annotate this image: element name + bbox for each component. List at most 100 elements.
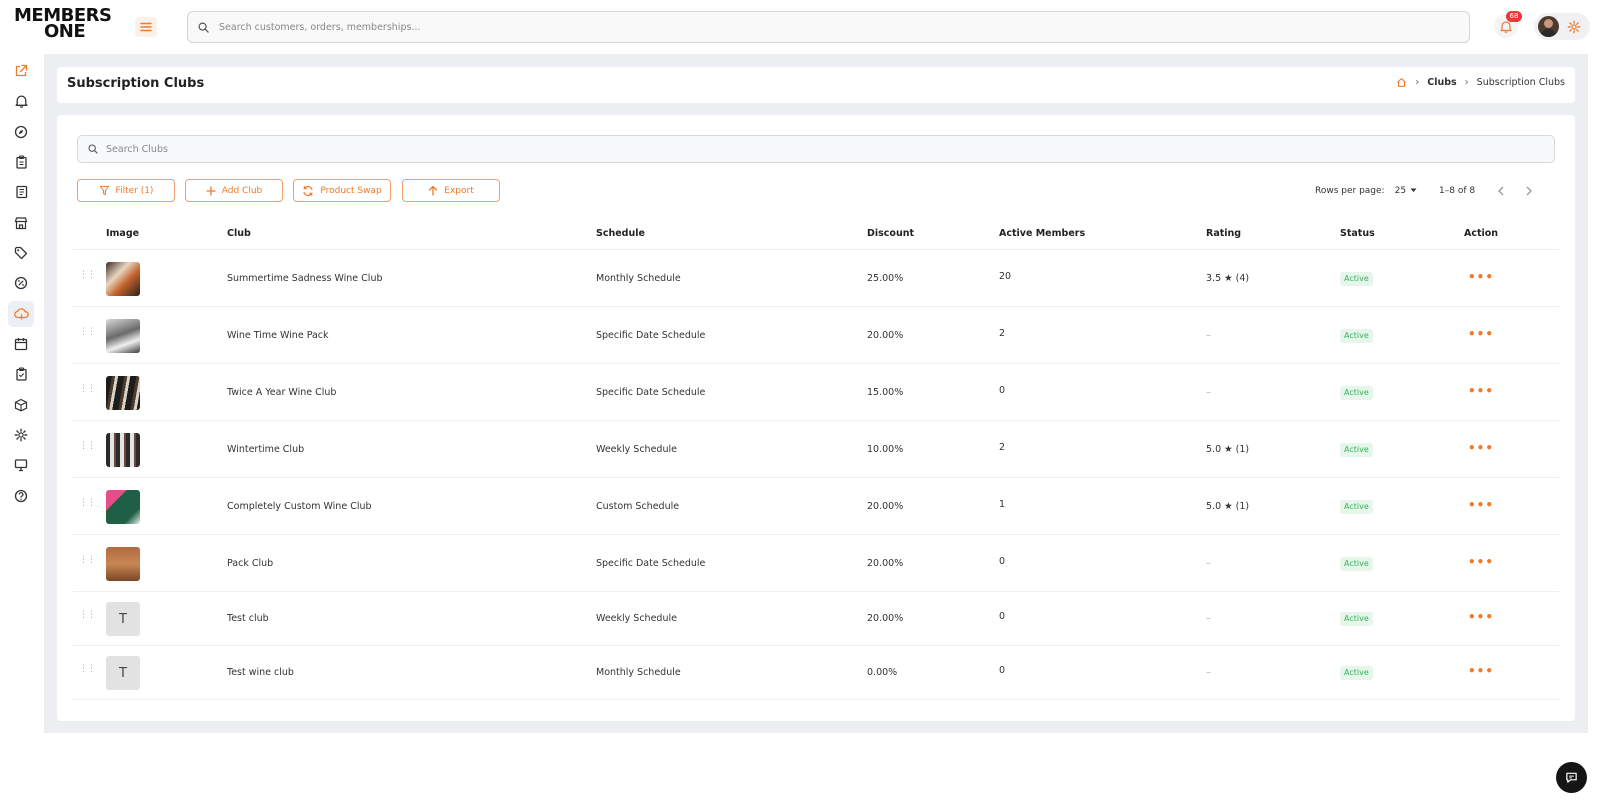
club-name[interactable]: Test club [227, 613, 269, 624]
page-range: 1–8 of 8 [1439, 185, 1476, 196]
more-actions-icon[interactable]: ••• [1468, 384, 1494, 398]
status-badge: Active [1340, 385, 1373, 400]
sidebar-item-explore[interactable] [8, 119, 34, 145]
drag-handle-icon[interactable]: ⋮⋮ [79, 441, 96, 450]
logo[interactable]: MEMBERS ONE [14, 7, 112, 42]
sidebar-item-external[interactable] [8, 58, 34, 84]
club-schedule: Weekly Schedule [596, 613, 677, 624]
top-bar: MEMBERS ONE 68 [0, 0, 1600, 54]
chevron-right-icon[interactable] [1525, 186, 1533, 196]
drag-handle-icon[interactable]: ⋮⋮ [79, 665, 96, 674]
sidebar-item-customers[interactable] [8, 179, 34, 205]
club-search-input[interactable] [106, 143, 1506, 155]
product-swap-label: Product Swap [320, 185, 382, 196]
table-body: ⋮⋮ Summertime Sadness Wine Club Monthly … [73, 250, 1559, 700]
club-discount: 20.00% [867, 500, 904, 512]
sidebar-item-tasks[interactable] [8, 361, 34, 387]
column-header-club[interactable]: Club [227, 228, 251, 239]
more-actions-icon[interactable]: ••• [1468, 610, 1494, 624]
club-rating: – [1206, 386, 1211, 398]
table-row[interactable]: ⋮⋮ Twice A Year Wine Club Specific Date … [73, 364, 1559, 421]
swap-icon [303, 185, 313, 196]
sidebar-item-help[interactable] [8, 483, 34, 509]
drag-handle-icon[interactable]: ⋮⋮ [79, 498, 96, 507]
rows-per-page-select[interactable]: 25 [1395, 186, 1417, 196]
global-search-input[interactable] [219, 21, 1419, 33]
sidebar-item-store[interactable] [8, 210, 34, 236]
table-row[interactable]: ⋮⋮ Summertime Sadness Wine Club Monthly … [73, 250, 1559, 307]
add-club-button[interactable]: Add Club [185, 179, 283, 202]
status-badge: Active [1340, 499, 1373, 514]
more-actions-icon[interactable]: ••• [1468, 498, 1494, 512]
sidebar-item-inventory[interactable] [8, 392, 34, 418]
rows-per-page-value: 25 [1394, 185, 1407, 196]
club-active-members: 1 [999, 498, 1006, 510]
club-name[interactable]: Test wine club [227, 667, 294, 678]
sidebar-item-display[interactable] [8, 452, 34, 478]
table-row[interactable]: ⋮⋮ Wine Time Wine Pack Specific Date Sch… [73, 307, 1559, 364]
chevron-left-icon[interactable] [1497, 186, 1505, 196]
clubs-card: Filter (1) Add Club Product Swap Export … [57, 115, 1575, 721]
club-image [106, 261, 140, 296]
sidebar-item-clubs[interactable] [8, 301, 34, 327]
sidebar-item-settings[interactable] [8, 422, 34, 448]
more-actions-icon[interactable]: ••• [1468, 270, 1494, 284]
more-actions-icon[interactable]: ••• [1468, 441, 1494, 455]
filter-button[interactable]: Filter (1) [77, 179, 175, 202]
club-name[interactable]: Twice A Year Wine Club [227, 387, 336, 398]
chat-button[interactable] [1556, 762, 1587, 793]
table-row[interactable]: ⋮⋮ Completely Custom Wine Club Custom Sc… [73, 478, 1559, 535]
hamburger-menu-button[interactable] [135, 17, 157, 37]
club-rating: 5.0 ★ (1) [1206, 500, 1250, 512]
product-swap-button[interactable]: Product Swap [293, 179, 391, 202]
sidebar-item-products[interactable] [8, 240, 34, 266]
drag-handle-icon[interactable]: ⋮⋮ [79, 270, 96, 279]
drag-handle-icon[interactable]: ⋮⋮ [79, 327, 96, 336]
table-row[interactable]: ⋮⋮ Wintertime Club Weekly Schedule 10.00… [73, 421, 1559, 478]
club-image [106, 546, 140, 581]
avatar[interactable] [1538, 16, 1559, 37]
sidebar-item-calendar[interactable] [8, 331, 34, 357]
column-header-discount[interactable]: Discount [867, 228, 914, 239]
club-rating: – [1206, 667, 1211, 678]
club-active-members: 0 [999, 384, 1006, 396]
sidebar-item-orders[interactable] [8, 149, 34, 175]
club-discount: 20.00% [867, 557, 904, 569]
drag-handle-icon[interactable]: ⋮⋮ [79, 611, 96, 620]
club-discount: 20.00% [867, 329, 904, 341]
club-schedule: Custom Schedule [596, 500, 680, 512]
percent-icon [14, 276, 28, 290]
breadcrumb-clubs[interactable]: Clubs [1427, 77, 1456, 88]
club-name[interactable]: Completely Custom Wine Club [227, 501, 372, 512]
hamburger-icon [140, 22, 152, 32]
sidebar-item-notifications[interactable] [8, 88, 34, 114]
store-icon [14, 217, 28, 230]
breadcrumb: › Clubs › Subscription Clubs [1396, 77, 1565, 88]
more-actions-icon[interactable]: ••• [1468, 327, 1494, 341]
club-name[interactable]: Wine Time Wine Pack [227, 330, 329, 341]
more-actions-icon[interactable]: ••• [1468, 555, 1494, 569]
club-name[interactable]: Pack Club [227, 558, 273, 569]
club-name[interactable]: Summertime Sadness Wine Club [227, 273, 383, 284]
drag-handle-icon[interactable]: ⋮⋮ [79, 384, 96, 393]
club-search[interactable] [77, 135, 1555, 163]
column-header-active-members[interactable]: Active Members [999, 228, 1085, 239]
export-button[interactable]: Export [402, 179, 500, 202]
global-search[interactable] [187, 11, 1470, 43]
settings-button[interactable] [1564, 17, 1584, 37]
more-actions-icon[interactable]: ••• [1468, 664, 1494, 678]
table-row[interactable]: ⋮⋮ Pack Club Specific Date Schedule 20.0… [73, 535, 1559, 592]
home-icon[interactable] [1396, 77, 1407, 88]
table-row[interactable]: ⋮⋮ T Test wine club Monthly Schedule 0.0… [73, 646, 1559, 700]
club-name[interactable]: Wintertime Club [227, 444, 304, 455]
drag-handle-icon[interactable]: ⋮⋮ [79, 555, 96, 564]
notification-count-badge: 68 [1506, 11, 1522, 22]
column-header-status[interactable]: Status [1340, 228, 1375, 239]
column-header-rating[interactable]: Rating [1206, 228, 1241, 239]
column-header-schedule[interactable]: Schedule [596, 228, 645, 239]
sidebar-item-discounts[interactable] [8, 270, 34, 296]
club-schedule: Specific Date Schedule [596, 557, 706, 569]
club-rating: – [1206, 557, 1211, 569]
sidebar [0, 54, 44, 734]
table-row[interactable]: ⋮⋮ T Test club Weekly Schedule 20.00% 0 … [73, 592, 1559, 646]
